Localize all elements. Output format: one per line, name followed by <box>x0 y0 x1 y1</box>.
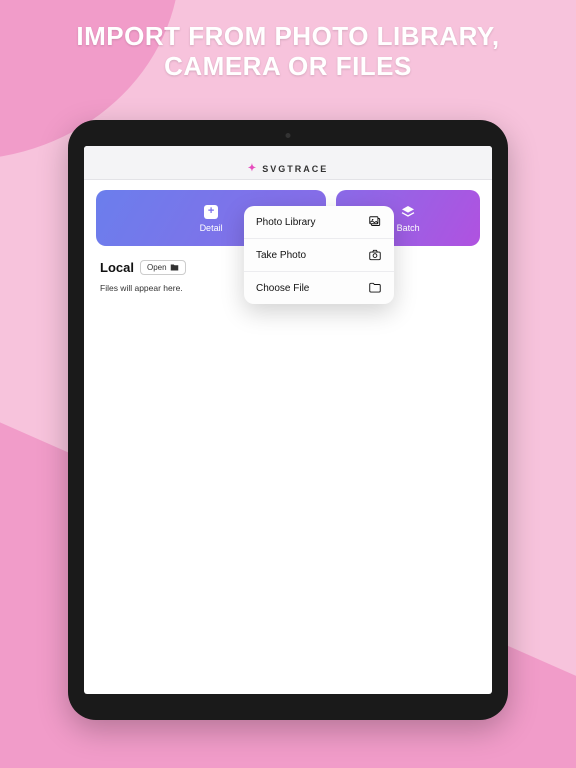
popover-item-choose-file[interactable]: Choose File <box>244 272 394 304</box>
local-title: Local <box>100 260 134 275</box>
marketing-background: IMPORT FROM PHOTO LIBRARY, CAMERA OR FIL… <box>0 0 576 768</box>
folder-icon <box>368 281 382 295</box>
popover-item-label: Photo Library <box>256 217 315 228</box>
app-name: SVGTRACE <box>262 164 328 174</box>
plus-icon: + <box>203 204 219 220</box>
headline-line-1: IMPORT FROM PHOTO LIBRARY, <box>30 22 546 52</box>
folder-open-icon <box>170 263 179 272</box>
ipad-camera-icon <box>286 133 291 138</box>
title-bar: ✦ SVGTRACE <box>84 158 492 180</box>
photo-library-icon <box>368 215 382 229</box>
open-button-label: Open <box>147 263 167 272</box>
detail-card-label: Detail <box>200 223 223 233</box>
camera-icon <box>368 248 382 262</box>
batch-card-label: Batch <box>397 223 420 233</box>
popover-item-label: Take Photo <box>256 250 306 261</box>
popover-item-label: Choose File <box>256 283 309 294</box>
import-popover: Photo Library Take Photo <box>244 206 394 304</box>
headline-line-2: CAMERA OR FILES <box>30 52 546 82</box>
app-screen: ✦ SVGTRACE + Detail <box>84 146 492 694</box>
open-button[interactable]: Open <box>140 260 186 275</box>
app-logo-icon: ✦ <box>248 163 258 174</box>
popover-item-photo-library[interactable]: Photo Library <box>244 206 394 239</box>
status-bar <box>84 146 492 158</box>
stack-icon <box>400 204 416 220</box>
marketing-headline: IMPORT FROM PHOTO LIBRARY, CAMERA OR FIL… <box>0 0 576 82</box>
ipad-frame: ✦ SVGTRACE + Detail <box>68 120 508 720</box>
popover-item-take-photo[interactable]: Take Photo <box>244 239 394 272</box>
